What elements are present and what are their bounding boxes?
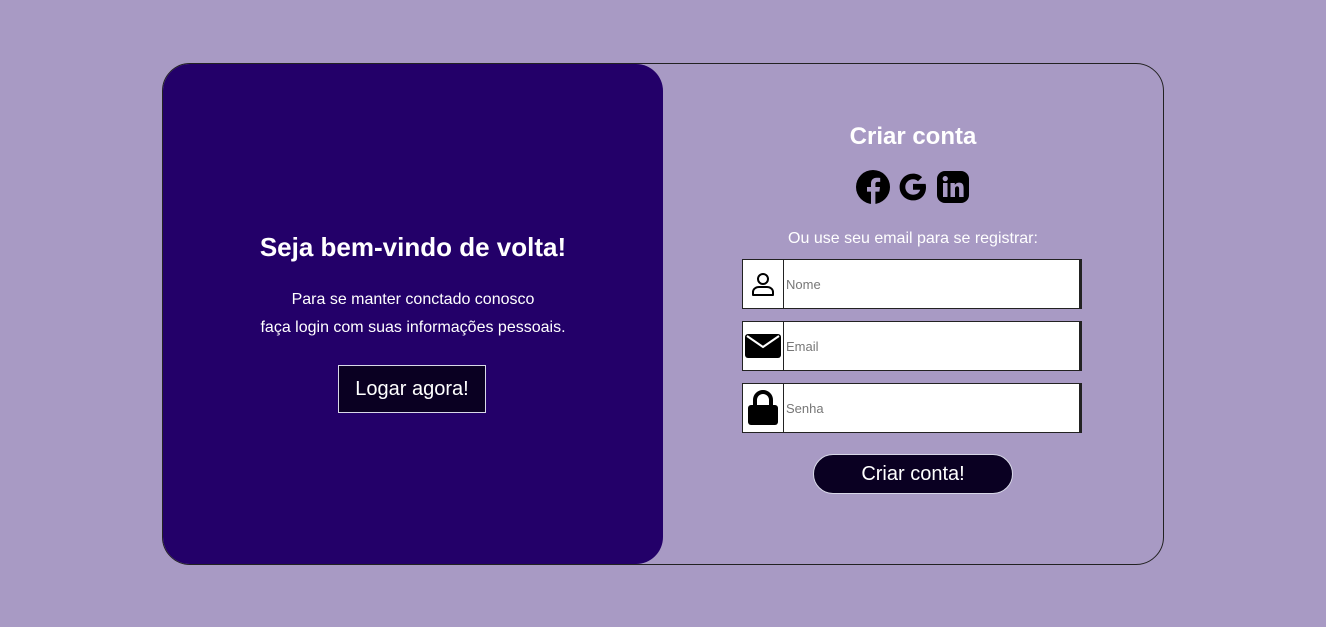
password-input[interactable] xyxy=(784,384,1079,432)
social-login-group xyxy=(856,170,970,204)
google-icon[interactable] xyxy=(896,170,930,204)
register-panel: Criar conta Ou use seu email para se reg… xyxy=(663,64,1163,564)
envelope-icon xyxy=(743,322,784,370)
name-input[interactable] xyxy=(784,260,1079,308)
email-field xyxy=(742,321,1082,371)
lock-icon xyxy=(743,384,784,432)
linkedin-icon[interactable] xyxy=(936,170,970,204)
welcome-title: Seja bem-vindo de volta! xyxy=(259,232,567,262)
welcome-text: Para se manter conctado conosco faça log… xyxy=(163,286,663,342)
register-alt-text: Ou use seu email para se registrar: xyxy=(788,230,1038,247)
name-field xyxy=(742,259,1082,309)
signup-card: Seja bem-vindo de volta! Para se manter … xyxy=(162,63,1164,565)
welcome-panel: Seja bem-vindo de volta! Para se manter … xyxy=(163,64,663,564)
welcome-text-line-2: faça login com suas informações pessoais… xyxy=(260,319,566,336)
welcome-text-line-1: Para se manter conctado conosco xyxy=(291,291,535,308)
email-input[interactable] xyxy=(784,322,1079,370)
facebook-icon[interactable] xyxy=(856,170,890,204)
create-account-button[interactable]: Criar conta! xyxy=(813,454,1013,494)
login-button[interactable]: Logar agora! xyxy=(338,365,486,413)
person-icon xyxy=(743,260,784,308)
register-title: Criar conta xyxy=(849,123,977,150)
password-field xyxy=(742,383,1082,433)
